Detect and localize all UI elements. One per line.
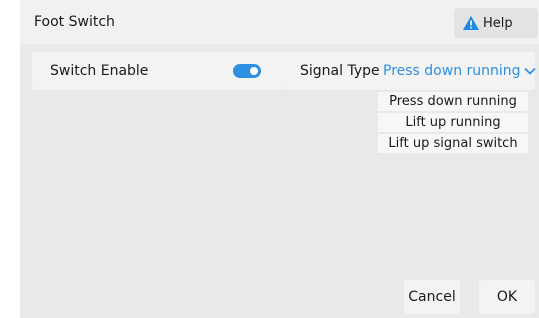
dialog-title: Foot Switch <box>34 14 115 30</box>
signal-type-selected: Press down running <box>383 63 521 79</box>
help-label: Help <box>483 15 513 31</box>
option-lift-up-signal-switch[interactable]: Lift up signal switch <box>378 134 528 153</box>
option-lift-up-running[interactable]: Lift up running <box>378 113 528 132</box>
toggle-knob <box>250 67 258 75</box>
signal-type-label: Signal Type <box>300 63 380 79</box>
title-bar: Foot Switch Help <box>20 0 539 44</box>
help-button[interactable]: Help <box>454 8 538 38</box>
signal-type-row: Signal Type Press down running <box>285 52 536 90</box>
warning-triangle-icon <box>463 16 479 30</box>
switch-enable-label: Switch Enable <box>50 63 149 79</box>
foot-switch-dialog: Foot Switch Help Switch Enable Signal Ty… <box>20 0 539 318</box>
switch-enable-toggle[interactable] <box>233 64 261 78</box>
switch-enable-row: Switch Enable <box>32 52 285 90</box>
signal-type-dropdown[interactable]: Press down running <box>383 62 536 80</box>
option-press-down-running[interactable]: Press down running <box>378 92 528 111</box>
cancel-button[interactable]: Cancel <box>404 280 460 314</box>
chevron-down-icon <box>523 67 536 75</box>
signal-type-options: Press down running Lift up running Lift … <box>378 92 528 155</box>
ok-button[interactable]: OK <box>479 280 535 314</box>
